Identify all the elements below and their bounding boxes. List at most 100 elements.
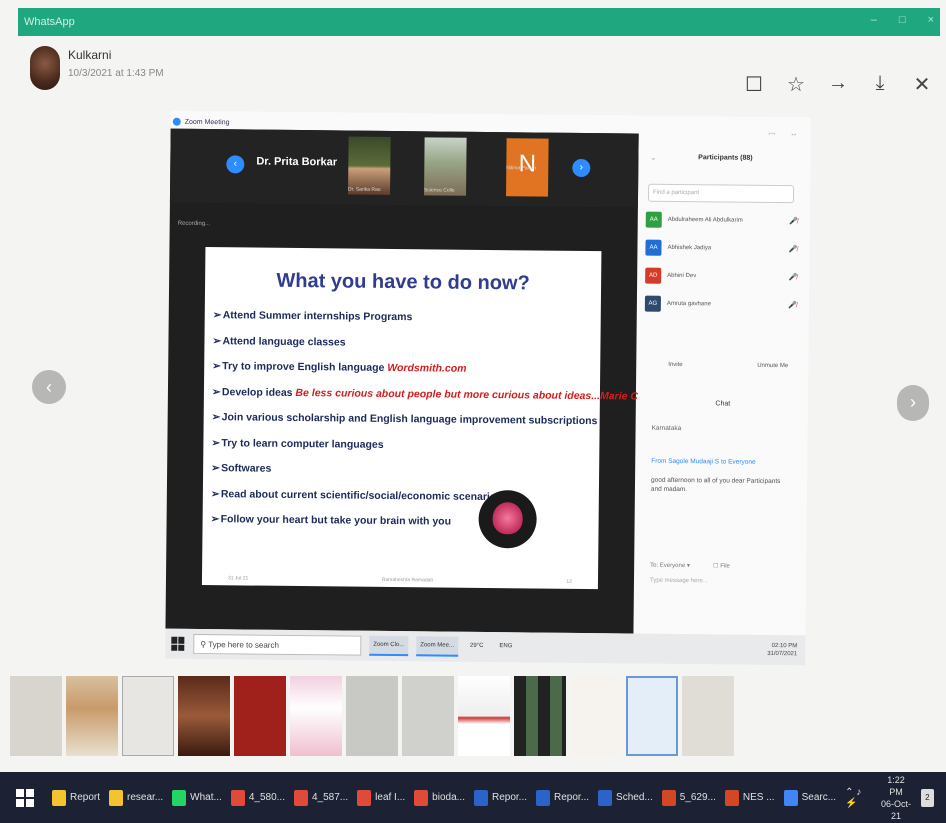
- photo-taskbar: ⚲ Type here to search Zoom Clo... Zoom M…: [165, 628, 806, 666]
- forward-icon[interactable]: →: [828, 72, 848, 97]
- chat-messages: Karnataka From Sagole Mudaaji S to Every…: [650, 424, 781, 494]
- start-icon[interactable]: [16, 788, 34, 807]
- taskbar-app-item[interactable]: Sched...: [598, 789, 653, 806]
- thumbnail[interactable]: [122, 676, 174, 756]
- sender-name: Kulkarni: [68, 48, 112, 62]
- thumbnail[interactable]: [234, 676, 286, 756]
- taskbar-app-item[interactable]: 5_629...: [661, 789, 716, 806]
- thumbnail[interactable]: [682, 676, 734, 756]
- video-tile: Science Colle: [424, 137, 467, 196]
- system-tray: ⌃ ♪ ⚡ 1:22 PM 06-Oct-21 2: [845, 774, 946, 822]
- taskbar-app-item[interactable]: bioda...: [414, 789, 465, 806]
- app-label: Sched...: [616, 792, 653, 803]
- app-label: bioda...: [432, 792, 465, 803]
- previous-media-button[interactable]: ‹: [32, 370, 66, 404]
- participant-row: AA Abhishek Jadiya 🎤̸: [645, 234, 803, 264]
- app-label: NES ...: [742, 792, 775, 803]
- chat-recipient: To: Everyone ▾ ☐ File: [650, 562, 730, 570]
- participant-row: AG Amruta gavhane 🎤̸: [644, 290, 803, 320]
- taskbar-app-item[interactable]: leaf I...: [357, 789, 406, 806]
- app-icon: [109, 789, 124, 806]
- thumbnail[interactable]: [570, 676, 622, 756]
- app-icon: [357, 789, 372, 806]
- media-thumbnail-strip: [10, 676, 734, 758]
- slide-bullet: ➢Join various scholarship and English la…: [211, 411, 598, 428]
- app-label: Repor...: [554, 792, 590, 803]
- next-media-button[interactable]: ›: [897, 385, 929, 421]
- download-icon[interactable]: ⤓: [870, 72, 890, 97]
- taskbar-apps: Report resear... What... 4_580... 4_587... le…: [52, 789, 845, 806]
- thumbnail[interactable]: [626, 676, 678, 756]
- minimize-button[interactable]: –: [871, 14, 877, 26]
- comment-icon[interactable]: ☐: [744, 72, 764, 97]
- taskbar-app-item[interactable]: resear...: [109, 789, 163, 806]
- app-icon: [230, 789, 245, 806]
- app-label: What...: [190, 792, 222, 803]
- thumbnail[interactable]: [66, 676, 118, 756]
- slide-bullet: ➢Develop ideas Be less curious about peo…: [211, 385, 658, 403]
- shared-image-zoom-meeting: Zoom Meeting –□× ‹ Dr. Prita Borkar Dr. …: [165, 110, 811, 666]
- taskbar-app-item[interactable]: Searc...: [783, 789, 836, 806]
- participant-row: AA Abdulraheem Ali Abdulkarim 🎤̸: [645, 206, 804, 236]
- slide-bullet: ➢Attend language classes: [212, 334, 346, 349]
- slide-bullet: ➢Attend Summer internships Programs: [212, 309, 413, 324]
- taskbar-item: Zoom Mee...: [416, 636, 459, 657]
- app-label: Repor...: [491, 792, 528, 803]
- weather: 29°C: [469, 642, 484, 649]
- thumbnail[interactable]: [290, 676, 342, 756]
- thumbnail[interactable]: [10, 676, 62, 756]
- participants-title: Participants (88): [698, 154, 753, 162]
- zoom-logo-icon: [172, 117, 181, 126]
- media-viewer-actions: ☐ ☆ → ⤓ ✕: [744, 72, 932, 97]
- app-icon: [52, 789, 66, 806]
- video-tile: Dr. Sarika Rao: [348, 136, 391, 195]
- notification-center-icon[interactable]: 2: [920, 788, 934, 807]
- slide-bullet: ➢Softwares: [211, 462, 272, 475]
- taskbar-item: Zoom Clo...: [369, 635, 409, 657]
- app-label: 4_587...: [312, 792, 349, 803]
- star-icon[interactable]: ☆: [786, 72, 806, 97]
- app-icon: [473, 789, 488, 806]
- participant-row: AD Abhini Dev 🎤̸: [645, 262, 803, 292]
- participants-panel: ⌄ Participants (88) Find a participant A…: [635, 133, 811, 636]
- close-icon[interactable]: ✕: [912, 72, 932, 97]
- windows-logo-icon: [171, 636, 185, 651]
- thumbnail[interactable]: [178, 676, 230, 756]
- gallery-next-icon: ›: [572, 158, 591, 178]
- slide-bullet: ➢Try to learn computer languages: [211, 436, 384, 451]
- photo-clock: 02:10 PM 31/07/2021: [767, 642, 798, 658]
- app-label: leaf I...: [375, 792, 406, 803]
- meeting-area: ‹ Dr. Prita Borkar Dr. Sarika Rao Scienc…: [165, 128, 658, 634]
- taskbar-app-item[interactable]: Report: [52, 789, 101, 806]
- slide-footer: 31 Jul 21 Ramaheshta Ramadati 12: [227, 575, 573, 585]
- close-window-button[interactable]: ×: [928, 14, 934, 26]
- zoom-title: Zoom Meeting: [184, 118, 230, 126]
- thumbnail[interactable]: [346, 676, 398, 756]
- find-participant-input: Find a participant: [647, 183, 795, 204]
- taskbar-app-item[interactable]: Repor...: [473, 789, 528, 806]
- speaker-name: Dr. Prita Borkar: [256, 155, 338, 169]
- gallery-prev-icon: ‹: [226, 155, 245, 174]
- taskbar-app-item[interactable]: Repor...: [536, 789, 590, 806]
- lang: ENG: [499, 643, 513, 650]
- invite-button: Invite: [668, 361, 683, 369]
- taskbar-app-item[interactable]: 4_580...: [230, 789, 285, 806]
- app-label: Report: [70, 792, 101, 803]
- taskbar-app-item[interactable]: What...: [172, 789, 222, 806]
- avatar[interactable]: [30, 46, 60, 90]
- app-icon: [783, 789, 798, 806]
- brain-heart-image: [478, 489, 537, 549]
- maximize-button[interactable]: □: [899, 14, 906, 26]
- thumbnail[interactable]: [402, 676, 454, 756]
- taskbar-clock[interactable]: 1:22 PM 06-Oct-21: [879, 774, 912, 822]
- window-title: WhatsApp: [24, 16, 75, 28]
- recording-indicator: Recording...: [177, 220, 211, 228]
- thumbnail[interactable]: [514, 676, 566, 756]
- screen: WhatsApp – □ × Kulkarni 10/3/2021 at 1:4…: [0, 0, 946, 823]
- taskbar-app-item[interactable]: NES ...: [724, 789, 775, 806]
- taskbar-app-item[interactable]: 4_587...: [294, 789, 349, 806]
- thumbnail[interactable]: [458, 676, 510, 756]
- app-icon: [536, 789, 551, 806]
- tray-icons: ⌃ ♪ ⚡: [845, 786, 862, 809]
- app-icon: [172, 789, 187, 806]
